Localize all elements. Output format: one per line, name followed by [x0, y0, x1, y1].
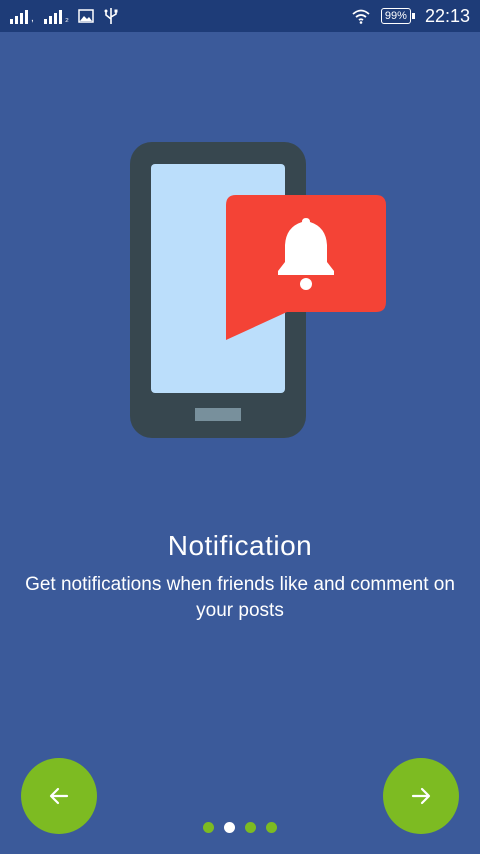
notification-illustration — [130, 142, 386, 438]
arrow-left-icon — [49, 787, 69, 805]
slide-title: Notification — [167, 530, 313, 561]
page-dot[interactable] — [266, 822, 277, 833]
slide-description: Get notifications when friends like and … — [25, 574, 455, 621]
page-dot-active[interactable] — [224, 822, 235, 833]
arrow-right-icon — [411, 787, 431, 805]
page-indicator — [0, 822, 480, 833]
page-dot[interactable] — [245, 822, 256, 833]
page-dot[interactable] — [203, 822, 214, 833]
